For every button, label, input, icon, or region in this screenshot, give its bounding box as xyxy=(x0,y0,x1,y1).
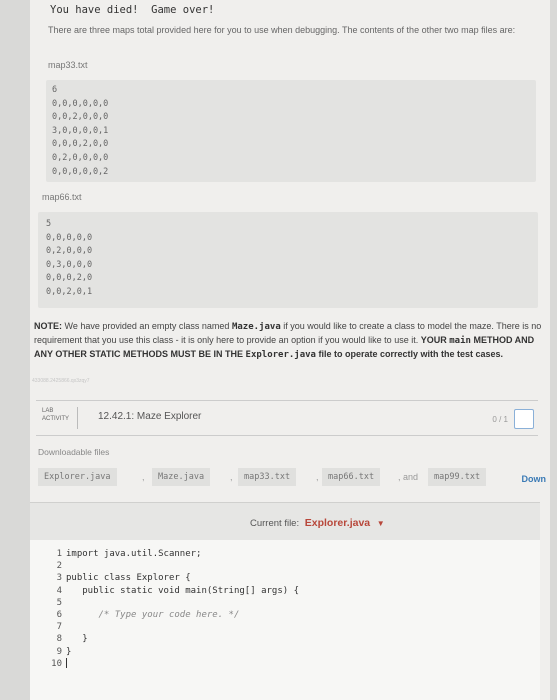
map-line: 0,0,0,0,0,0 xyxy=(52,98,109,109)
lab-activity-header: LAB ACTIVITY 12.42.1: Maze Explorer 0 / … xyxy=(36,400,538,436)
download-maze-java[interactable]: Maze.java xyxy=(152,468,211,486)
line-number: 3 xyxy=(56,573,62,584)
note-paragraph: NOTE: We have provided an empty class na… xyxy=(34,320,544,362)
code-area[interactable]: import java.util.Scanner; ​ public class… xyxy=(66,548,299,670)
separator: , xyxy=(230,472,233,482)
map33-filename: map33.txt xyxy=(48,60,88,70)
game-over-message: You have died! Game over! xyxy=(50,4,215,16)
code-line[interactable]: } xyxy=(66,646,299,658)
line-number: 4 xyxy=(56,585,62,596)
map-line: 0,0,2,0,0,0 xyxy=(52,112,109,123)
chevron-down-icon: ▼ xyxy=(376,519,385,528)
line-number-gutter: 1 2 3 4 5 6 7 8 9 10 xyxy=(30,548,62,670)
note-bold-main: main xyxy=(449,336,471,346)
download-map33-txt[interactable]: map33.txt xyxy=(238,468,297,486)
page: You have died! Game over! There are thre… xyxy=(30,0,550,700)
lab-badge-line2: ACTIVITY xyxy=(42,416,70,422)
code-line[interactable]: } xyxy=(66,633,299,645)
line-number: 6 xyxy=(56,610,62,621)
code-line[interactable]: import java.util.Scanner; xyxy=(66,548,299,560)
map-line: 0,0,0,2,0,0 xyxy=(52,139,109,150)
map33-content: 6 0,0,0,0,0,0 0,0,2,0,0,0 3,0,0,0,0,1 0,… xyxy=(46,80,536,182)
code-line[interactable]: /* Type your code here. */ xyxy=(66,609,299,621)
code-line[interactable]: ​ xyxy=(66,597,299,609)
note-bold-1: YOUR xyxy=(420,335,447,345)
downloadable-files-label: Downloadable files xyxy=(38,447,110,457)
download-map99-txt[interactable]: map99.txt xyxy=(428,468,487,486)
map-line: 3,0,0,0,0,1 xyxy=(52,125,109,136)
text-cursor xyxy=(66,658,67,669)
note-bold-file: Explorer.java xyxy=(245,350,316,360)
current-file-label: Current file: xyxy=(250,518,300,529)
code-line[interactable]: ​ xyxy=(66,560,299,572)
code-editor[interactable]: 1 2 3 4 5 6 7 8 9 10 import java.util.Sc… xyxy=(30,540,540,700)
map-line: 0,2,0,0,0,0 xyxy=(52,152,109,163)
map-line: 0,2,0,0,0 xyxy=(46,246,93,257)
note-text-1: We have provided an empty class named xyxy=(64,321,230,331)
map66-filename: map66.txt xyxy=(42,192,82,202)
line-number: 9 xyxy=(56,646,62,657)
line-number: 5 xyxy=(56,597,62,608)
map-line: 0,0,0,0,0 xyxy=(46,232,93,243)
download-map66-txt[interactable]: map66.txt xyxy=(322,468,381,486)
current-file-name: Explorer.java xyxy=(304,517,371,529)
lab-badge: LAB ACTIVITY xyxy=(42,407,79,429)
map-line: 0,0,0,0,0,2 xyxy=(52,166,109,177)
map-line: 5 xyxy=(46,219,52,229)
current-file-selector[interactable]: Current file: Explorer.java ▼ xyxy=(250,517,385,529)
map-line: 0,3,0,0,0 xyxy=(46,259,93,270)
lab-title: 12.42.1: Maze Explorer xyxy=(98,411,202,422)
code-line[interactable]: public static void main(String[] args) { xyxy=(66,585,299,597)
intro-text: There are three maps total provided here… xyxy=(48,25,516,35)
line-number: 1 xyxy=(56,549,62,559)
note-bold-3: file to operate correctly with the test … xyxy=(318,349,504,359)
code-line-cursor[interactable] xyxy=(66,658,299,670)
code-line[interactable]: ​ xyxy=(66,621,299,633)
lab-score: 0 / 1 xyxy=(492,415,508,424)
map-line: 0,0,2,0,1 xyxy=(46,286,93,297)
map-line: 6 xyxy=(52,85,58,95)
note-label: NOTE: xyxy=(34,321,62,331)
download-explorer-java[interactable]: Explorer.java xyxy=(38,468,117,486)
line-number: 7 xyxy=(56,622,62,633)
map-line: 0,0,0,2,0 xyxy=(46,273,93,284)
completion-box xyxy=(514,409,534,429)
line-number: 10 xyxy=(51,658,62,669)
separator-and: , and xyxy=(398,472,419,482)
download-all-link[interactable]: Down xyxy=(522,474,547,484)
separator: , xyxy=(316,472,319,482)
map66-content: 5 0,0,0,0,0 0,2,0,0,0 0,3,0,0,0 0,0,0,2,… xyxy=(38,212,538,308)
note-class-name: Maze.java xyxy=(231,322,281,332)
watermark: 433088.2425866.qx3zqy7 xyxy=(32,378,90,384)
lab-badge-line1: LAB xyxy=(42,408,54,414)
line-number: 8 xyxy=(56,634,62,645)
code-line[interactable]: public class Explorer { xyxy=(66,572,299,584)
separator: , xyxy=(142,472,145,482)
editor-header: Current file: Explorer.java ▼ xyxy=(30,502,540,541)
line-number: 2 xyxy=(56,561,62,572)
